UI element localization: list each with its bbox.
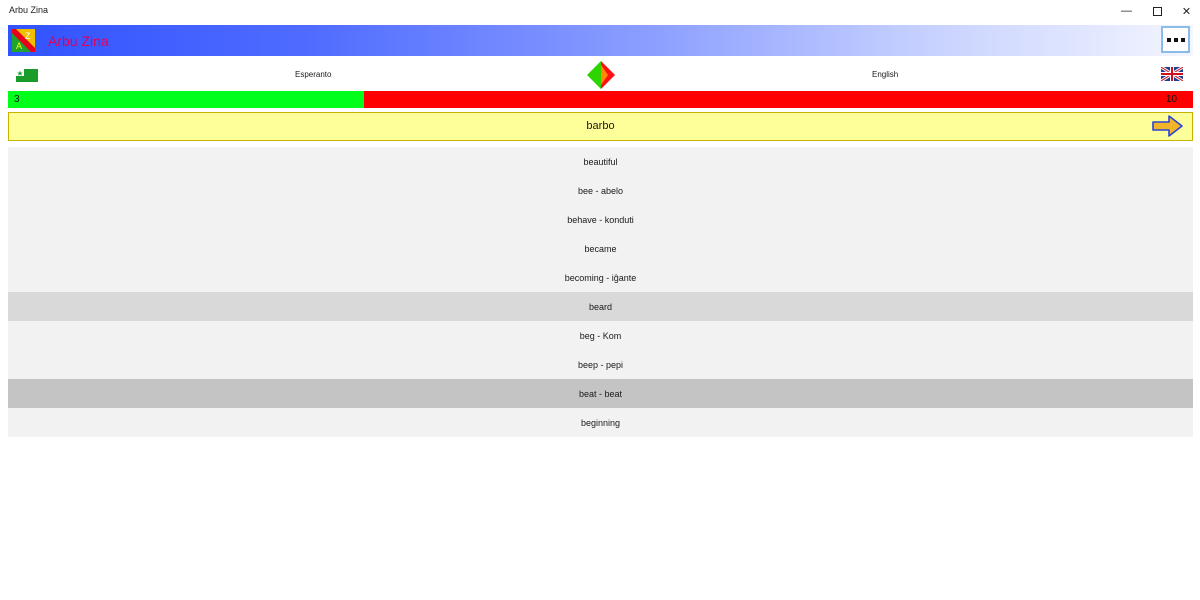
progress-fill bbox=[8, 91, 364, 108]
answer-option[interactable]: behave - konduti bbox=[8, 205, 1193, 234]
answer-label: becoming - iĝante bbox=[564, 272, 637, 283]
answer-option[interactable]: beep - pepi bbox=[8, 350, 1193, 379]
window-title: Arbu Zina bbox=[9, 5, 49, 15]
answer-option[interactable]: beg - Kom bbox=[8, 321, 1193, 350]
score-progress-bar: 3 10 bbox=[8, 91, 1193, 108]
minimize-button[interactable]: — bbox=[1110, 0, 1143, 22]
answer-option[interactable]: becoming - iĝante bbox=[8, 263, 1193, 292]
more-icon-dot bbox=[1173, 37, 1178, 42]
answer-option[interactable]: beginning bbox=[8, 408, 1193, 437]
more-icon-dot bbox=[1166, 37, 1171, 42]
correct-count: 3 bbox=[14, 94, 20, 105]
answer-label: beginning bbox=[580, 417, 621, 428]
answer-label: beat - beat bbox=[578, 388, 623, 399]
answer-label: beep - pepi bbox=[577, 359, 624, 370]
app-logo-icon: A Z bbox=[12, 29, 35, 52]
close-button[interactable]: ✕ bbox=[1170, 0, 1200, 22]
app-name: Arbu Zina bbox=[48, 33, 109, 49]
answer-label: bee - abelo bbox=[577, 185, 624, 196]
esperanto-flag-icon[interactable] bbox=[16, 69, 38, 82]
answer-label: beg - Kom bbox=[579, 330, 622, 341]
logo-letter-a: A bbox=[16, 41, 22, 51]
uk-flag-icon[interactable] bbox=[1161, 67, 1183, 81]
answer-option[interactable]: bee - abelo bbox=[8, 176, 1193, 205]
minimize-icon: — bbox=[1121, 5, 1132, 17]
more-icon-dot bbox=[1180, 37, 1185, 42]
swap-direction-icon[interactable] bbox=[586, 60, 616, 90]
language-row: Esperanto English bbox=[8, 60, 1193, 90]
question-word-box: barbo bbox=[8, 112, 1193, 141]
answer-list: beautiful bee - abelo behave - konduti b… bbox=[8, 147, 1193, 437]
question-word: barbo bbox=[586, 120, 615, 132]
answer-option[interactable]: beard bbox=[8, 292, 1193, 321]
maximize-icon bbox=[1153, 6, 1162, 16]
answer-option[interactable]: beautiful bbox=[8, 147, 1193, 176]
answer-label: beard bbox=[588, 301, 613, 312]
window-titlebar: Arbu Zina — ✕ bbox=[0, 0, 1200, 22]
close-icon: ✕ bbox=[1181, 5, 1192, 18]
answer-label: beautiful bbox=[583, 156, 618, 167]
arrow-right-icon[interactable] bbox=[1152, 115, 1184, 137]
answer-option[interactable]: became bbox=[8, 234, 1193, 263]
logo-letter-z: Z bbox=[25, 31, 31, 41]
app-header: A Z Arbu Zina bbox=[8, 25, 1193, 56]
answer-label: behave - konduti bbox=[567, 214, 634, 225]
answer-option[interactable]: beat - beat bbox=[8, 379, 1193, 408]
target-language-label: English bbox=[872, 70, 899, 79]
source-language-label: Esperanto bbox=[295, 70, 332, 79]
answer-label: became bbox=[584, 243, 617, 254]
more-button[interactable] bbox=[1161, 26, 1190, 53]
total-count: 10 bbox=[1165, 94, 1177, 105]
